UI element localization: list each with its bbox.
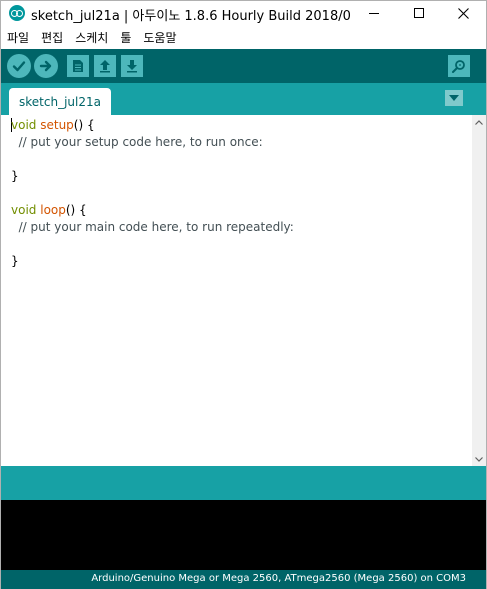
window-title: sketch_jul21a | 아두이노 1.8.6 Hourly Build … [31,9,351,24]
open-button[interactable] [94,55,116,77]
tab-sketch[interactable]: sketch_jul21a [9,88,111,115]
code-line-setup: void setup() { [11,118,95,135]
magnifier-icon [452,60,465,73]
maximize-icon [413,8,424,18]
chevron-up-icon [475,119,483,125]
menu-edit[interactable]: 편집 [41,29,63,46]
loop-parens: () { [65,203,87,217]
title-bar: sketch_jul21a | 아두이노 1.8.6 Hourly Build … [1,1,486,25]
menu-bar: 파일 편집 스케치 툴 도움말 [1,27,486,48]
function-setup: setup [40,118,74,132]
toolbar [1,49,486,83]
arduino-logo-icon [9,5,25,21]
code-line-setup-comment: // put your setup code here, to run once… [11,135,263,149]
ide-window: sketch_jul21a | 아두이노 1.8.6 Hourly Build … [0,0,487,589]
console-output[interactable] [1,500,486,570]
minimize-icon [368,12,379,14]
editor-scrollbar[interactable] [472,115,486,466]
scroll-down-button[interactable] [472,452,486,466]
arrow-down-icon [127,60,137,73]
tab-bar: sketch_jul21a [1,83,486,115]
new-sketch-button[interactable] [67,55,89,77]
chevron-down-icon [475,456,483,462]
triangle-down-icon [449,95,459,101]
save-button[interactable] [121,55,143,77]
menu-tools[interactable]: 툴 [120,29,131,46]
keyword-void: void [11,118,37,132]
close-button[interactable] [441,1,486,25]
upload-button[interactable] [34,54,58,78]
serial-monitor-button[interactable] [448,55,470,77]
close-icon [458,7,469,19]
setup-parens: () { [73,118,95,132]
verify-button[interactable] [7,54,31,78]
function-loop: loop [40,203,66,217]
new-file-icon [73,60,83,72]
menu-help[interactable]: 도움말 [143,29,176,46]
code-line-loop: void loop() { [11,203,87,220]
checkmark-icon [12,61,26,72]
arrow-right-icon [39,60,52,72]
code-line-setup-close: } [11,169,19,183]
message-area [1,466,486,500]
code-line-loop-comment: // put your main code here, to run repea… [11,220,294,234]
tab-menu-button[interactable] [445,90,463,106]
menu-sketch[interactable]: 스케치 [75,29,108,46]
status-bar: Arduino/Genuino Mega or Mega 2560, ATmeg… [1,570,486,589]
keyword-void: void [11,203,37,217]
minimize-button[interactable] [351,1,396,25]
menu-file[interactable]: 파일 [7,29,29,46]
scroll-up-button[interactable] [472,115,486,129]
board-status: Arduino/Genuino Mega or Mega 2560, ATmeg… [91,573,466,584]
code-editor[interactable]: void setup() { // put your setup code he… [1,115,472,466]
code-line-loop-close: } [11,254,19,268]
arrow-up-icon [100,60,110,73]
maximize-button[interactable] [396,1,441,25]
